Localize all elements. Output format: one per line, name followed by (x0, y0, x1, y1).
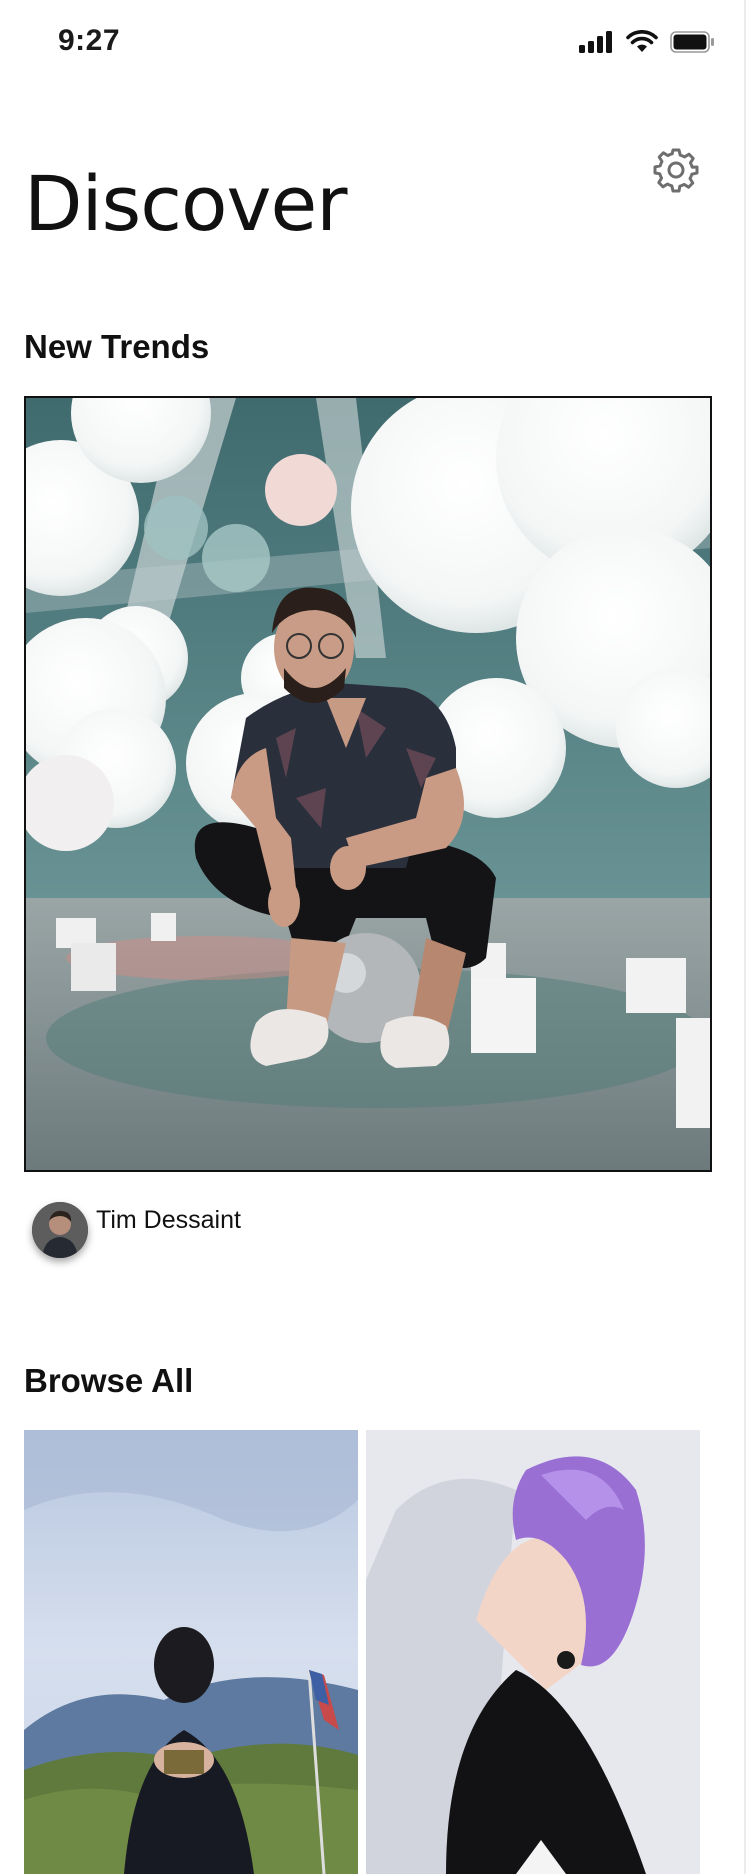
status-icons (578, 30, 716, 59)
browse-tile[interactable] (24, 1430, 358, 1874)
gear-icon (653, 148, 699, 193)
avatar[interactable] (32, 1202, 88, 1258)
cellular-signal-icon (578, 30, 614, 59)
status-bar: 9:27 (0, 0, 744, 88)
page-title: Discover (24, 159, 347, 248)
battery-icon (670, 30, 716, 59)
status-time: 9:27 (58, 24, 121, 57)
section-title-browse-all: Browse All (24, 1362, 194, 1399)
author-name[interactable]: Tim Dessaint (96, 1206, 241, 1235)
browse-tile[interactable] (366, 1430, 700, 1874)
section-title-new-trends: New Trends (24, 328, 210, 365)
discover-screen: 9:27 Discover New Trends Tim Dessaint Br… (0, 0, 746, 1874)
featured-trend-image[interactable] (24, 396, 712, 1172)
settings-button[interactable] (652, 146, 700, 194)
wifi-icon (626, 30, 658, 59)
